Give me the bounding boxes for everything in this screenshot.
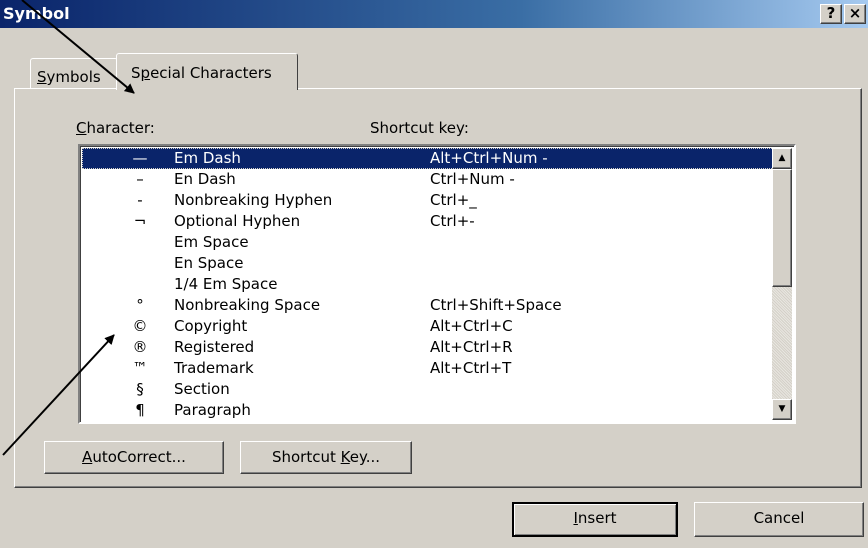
character-glyph: ¬ <box>133 212 147 230</box>
character-shortcut: Ctrl+Num - <box>430 170 515 188</box>
scroll-down-icon[interactable]: ▼ <box>772 399 792 420</box>
autocorrect-accel: A <box>82 448 93 466</box>
shortcut-column-header: Shortcut key: <box>370 119 469 137</box>
character-glyph: ® <box>132 338 148 356</box>
tab-symbols-label: ymbols <box>46 68 101 86</box>
list-item-en-dash[interactable]: – En Dash Ctrl+Num - <box>82 169 776 190</box>
shortcut-key-label: ey... <box>349 448 381 466</box>
tab-symbols-accel: S <box>37 68 47 86</box>
scroll-thumb[interactable] <box>772 169 792 287</box>
list-item-trademark[interactable]: ™ Trademark Alt+Ctrl+T <box>82 358 776 379</box>
tab-special-label: ecial Characters <box>150 64 272 82</box>
symbol-dialog: Symbol ? × Symbols Special Characters Ch… <box>0 0 868 548</box>
list-item-quarter-em-space[interactable]: 1/4 Em Space <box>82 274 776 295</box>
close-button[interactable]: × <box>844 4 866 24</box>
list-item-nonbreaking-hyphen[interactable]: - Nonbreaking Hyphen Ctrl+_ <box>82 190 776 211</box>
insert-label: nsert <box>577 509 617 527</box>
vertical-scrollbar[interactable]: ▲ ▼ <box>772 148 792 420</box>
dialog-title: Symbol <box>3 4 70 23</box>
character-shortcut: Ctrl+- <box>430 212 475 230</box>
character-name: En Space <box>174 254 244 272</box>
shortcut-key-button[interactable]: Shortcut Key... <box>240 441 412 474</box>
character-glyph: § <box>136 380 144 398</box>
character-shortcut: Alt+Ctrl+R <box>430 338 513 356</box>
list-item-copyright[interactable]: © Copyright Alt+Ctrl+C <box>82 316 776 337</box>
character-glyph: © <box>132 317 148 335</box>
scroll-up-icon[interactable]: ▲ <box>772 148 792 169</box>
character-name: Nonbreaking Hyphen <box>174 191 333 209</box>
character-glyph: – <box>136 170 144 188</box>
character-glyph: ™ <box>132 359 148 377</box>
character-name: Trademark <box>174 359 254 377</box>
character-name: Optional Hyphen <box>174 212 301 230</box>
character-shortcut: Alt+Ctrl+C <box>430 317 513 335</box>
list-item-em-space[interactable]: Em Space <box>82 232 776 253</box>
character-header-label: haracter: <box>86 119 155 137</box>
list-item-paragraph[interactable]: ¶ Paragraph <box>82 400 776 421</box>
tab-special-pre: S <box>131 64 141 82</box>
character-name: 1/4 Em Space <box>174 275 278 293</box>
help-button[interactable]: ? <box>820 4 842 24</box>
character-name: En Dash <box>174 170 236 188</box>
character-name: Section <box>174 380 230 398</box>
list-item-em-dash[interactable]: — Em Dash Alt+Ctrl+Num - <box>82 148 776 169</box>
shortcut-key-label-pre: Shortcut <box>271 448 341 466</box>
shortcut-key-accel: K <box>340 448 350 466</box>
list-item-en-space[interactable]: En Space <box>82 253 776 274</box>
cancel-button[interactable]: Cancel <box>694 502 864 537</box>
autocorrect-button[interactable]: AutoCorrect... <box>44 441 224 474</box>
list-item-section[interactable]: § Section <box>82 379 776 400</box>
character-name: Em Space <box>174 233 249 251</box>
character-glyph: ° <box>136 296 144 314</box>
special-characters-list[interactable]: — Em Dash Alt+Ctrl+Num - – En Dash Ctrl+… <box>78 144 796 424</box>
list-item-optional-hyphen[interactable]: ¬ Optional Hyphen Ctrl+- <box>82 211 776 232</box>
tab-special-accel: p <box>140 64 151 82</box>
character-glyph: — <box>132 149 148 167</box>
character-name: Copyright <box>174 317 248 335</box>
tab-symbols[interactable]: Symbols <box>30 58 118 88</box>
character-name: Em Dash <box>174 149 241 167</box>
title-bar[interactable]: Symbol ? × <box>0 0 868 28</box>
list-item-registered[interactable]: ® Registered Alt+Ctrl+R <box>82 337 776 358</box>
character-shortcut: Alt+Ctrl+Num - <box>430 149 548 167</box>
character-glyph: - <box>137 191 143 209</box>
character-shortcut: Ctrl+Shift+Space <box>430 296 562 314</box>
autocorrect-label: utoCorrect... <box>92 448 186 466</box>
character-glyph: ¶ <box>135 401 145 419</box>
character-name: Nonbreaking Space <box>174 296 321 314</box>
character-column-header: Character: <box>76 119 155 137</box>
character-shortcut: Alt+Ctrl+T <box>430 359 512 377</box>
character-header-accel: C <box>76 119 87 137</box>
character-name: Registered <box>174 338 255 356</box>
list-item-nonbreaking-space[interactable]: ° Nonbreaking Space Ctrl+Shift+Space <box>82 295 776 316</box>
character-shortcut: Ctrl+_ <box>430 191 477 209</box>
character-name: Paragraph <box>174 401 251 419</box>
insert-button[interactable]: Insert <box>512 502 678 537</box>
tab-special-characters[interactable]: Special Characters <box>116 53 298 90</box>
